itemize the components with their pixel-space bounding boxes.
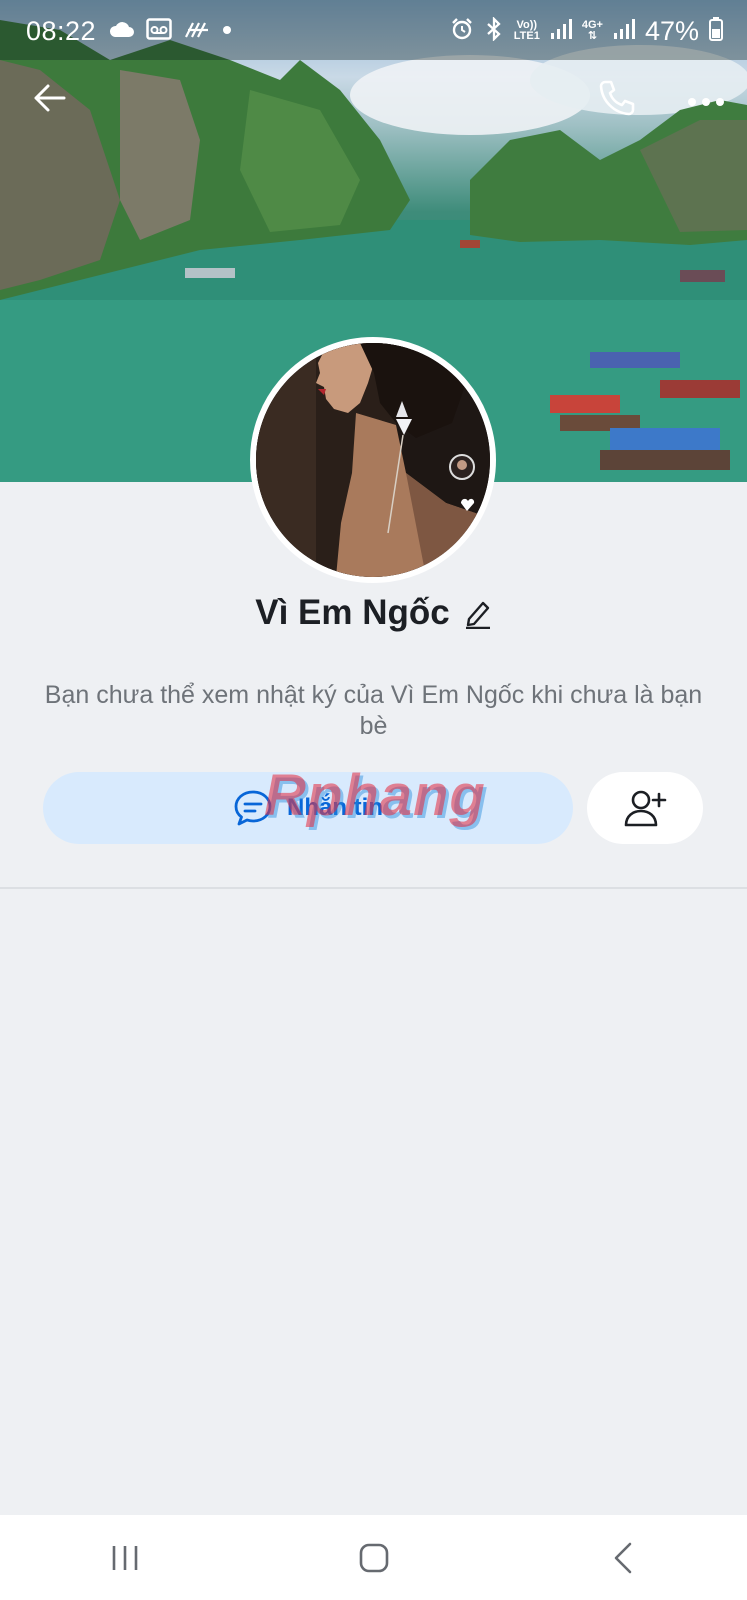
add-user-icon bbox=[624, 790, 667, 827]
data-arrows-icon: ⇅ bbox=[587, 30, 597, 42]
recent-apps-icon bbox=[112, 1545, 137, 1570]
send-message-button[interactable]: Nhắn tin bbox=[43, 772, 573, 844]
signal-icon bbox=[550, 18, 572, 45]
section-divider bbox=[0, 887, 747, 889]
more-button[interactable] bbox=[684, 78, 728, 118]
profile-name-row: Vì Em Ngốc bbox=[0, 588, 747, 638]
profile-name: Vì Em Ngốc bbox=[255, 593, 450, 632]
diary-privacy-notice: Bạn chưa thể xem nhật ký của Vì Em Ngốc … bbox=[44, 681, 703, 740]
signal-icon-2 bbox=[613, 18, 635, 45]
network-4g-indicator: 4G+ ⇅ bbox=[581, 19, 603, 42]
top-app-bar bbox=[0, 70, 747, 126]
pencil-icon bbox=[465, 601, 490, 630]
status-bar: 08:22 Vo)) LTE1 4G+ ⇅ 47% bbox=[0, 0, 747, 62]
home-button[interactable] bbox=[344, 1533, 404, 1583]
more-horizontal-icon bbox=[688, 98, 724, 106]
data-saver-icon bbox=[184, 19, 210, 44]
add-friend-button[interactable] bbox=[587, 772, 703, 844]
bluetooth-icon bbox=[484, 15, 504, 46]
alarm-icon bbox=[450, 17, 474, 46]
arrow-left-icon bbox=[34, 84, 66, 112]
battery-icon bbox=[709, 16, 723, 46]
profile-photo bbox=[256, 343, 490, 577]
edit-name-button[interactable] bbox=[464, 597, 492, 630]
recent-apps-button[interactable] bbox=[95, 1533, 155, 1583]
call-button[interactable] bbox=[594, 76, 638, 120]
avatar[interactable] bbox=[250, 337, 496, 583]
back-nav-button[interactable] bbox=[593, 1533, 653, 1583]
voicemail-icon bbox=[146, 17, 172, 45]
volte-indicator: Vo)) LTE1 bbox=[513, 19, 540, 42]
phone-icon bbox=[599, 80, 635, 116]
status-time: 08:22 bbox=[26, 15, 97, 46]
home-icon bbox=[359, 1543, 388, 1572]
chat-bubble-icon bbox=[234, 790, 272, 826]
cloud-icon bbox=[108, 20, 135, 43]
send-message-label: Nhắn tin bbox=[287, 794, 383, 821]
notification-dot-icon bbox=[222, 22, 232, 40]
chevron-left-icon bbox=[614, 1542, 631, 1573]
back-button[interactable] bbox=[28, 78, 72, 118]
battery-percent: 47% bbox=[644, 15, 699, 46]
system-nav-bar bbox=[0, 1515, 747, 1600]
